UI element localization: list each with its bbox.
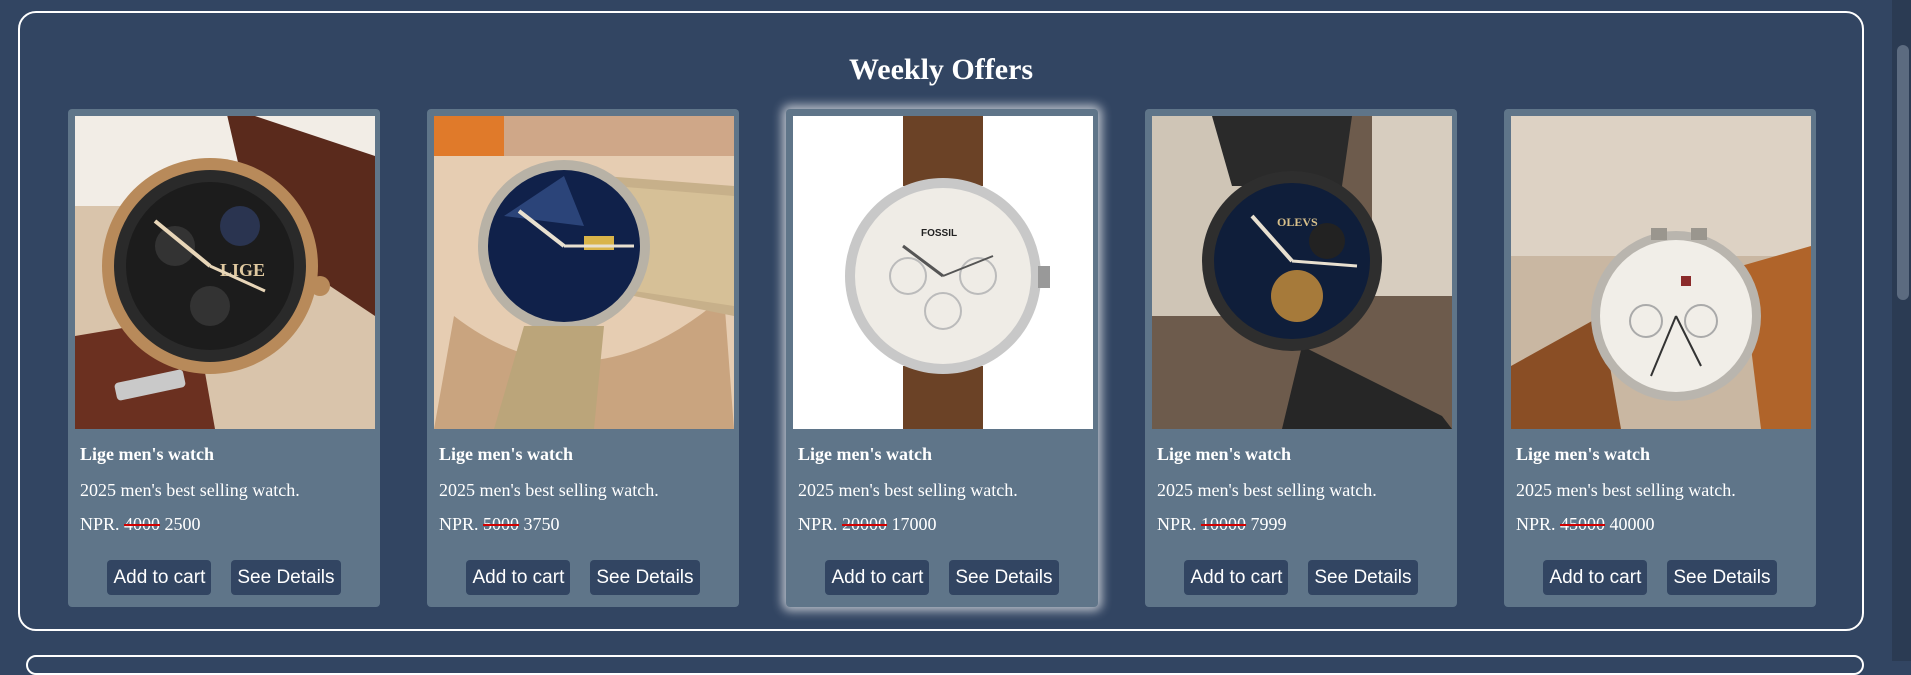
- new-price: 40000: [1609, 514, 1655, 534]
- section-title: Weekly Offers: [848, 53, 1034, 86]
- old-price: 45000: [1560, 514, 1606, 534]
- product-price: NPR. 5000 3750: [439, 514, 560, 535]
- product-price: NPR. 20000 17000: [798, 514, 937, 535]
- see-details-button[interactable]: See Details: [231, 560, 341, 595]
- page-scrollbar[interactable]: [1892, 0, 1911, 661]
- product-name: Lige men's watch: [80, 444, 214, 464]
- product-image[interactable]: OLEVS: [1152, 116, 1452, 429]
- add-to-cart-button[interactable]: Add to cart: [825, 560, 930, 595]
- svg-text:OLEVS: OLEVS: [1277, 215, 1318, 229]
- old-price: 10000: [1201, 514, 1247, 534]
- product-card: OLEVS Lige men's watch 2025 men's best s…: [1145, 109, 1457, 607]
- see-details-button[interactable]: See Details: [590, 560, 700, 595]
- product-image[interactable]: [1511, 116, 1811, 429]
- currency-label: NPR.: [1157, 514, 1197, 534]
- product-card: Lige men's watch 2025 men's best selling…: [1504, 109, 1816, 607]
- scrollbar-thumb[interactable]: [1897, 45, 1909, 300]
- product-name: Lige men's watch: [1157, 444, 1291, 464]
- next-section-border: [26, 655, 1864, 675]
- add-to-cart-button[interactable]: Add to cart: [107, 560, 212, 595]
- see-details-button[interactable]: See Details: [949, 560, 1059, 595]
- see-details-button[interactable]: See Details: [1308, 560, 1418, 595]
- currency-label: NPR.: [798, 514, 838, 534]
- old-price: 4000: [124, 514, 161, 534]
- new-price: 7999: [1250, 514, 1287, 534]
- product-name: Lige men's watch: [1516, 444, 1650, 464]
- add-to-cart-button[interactable]: Add to cart: [1543, 560, 1648, 595]
- svg-text:FOSSIL: FOSSIL: [921, 228, 957, 239]
- card-actions: Add to cart See Details: [786, 560, 1098, 595]
- add-to-cart-button[interactable]: Add to cart: [466, 560, 571, 595]
- card-actions: Add to cart See Details: [68, 560, 380, 595]
- new-price: 3750: [523, 514, 560, 534]
- product-description: 2025 men's best selling watch.: [1157, 480, 1377, 500]
- product-image[interactable]: LIGE: [75, 116, 375, 429]
- card-actions: Add to cart See Details: [1504, 560, 1816, 595]
- new-price: 2500: [164, 514, 201, 534]
- product-card: Lige men's watch 2025 men's best selling…: [427, 109, 739, 607]
- product-price: NPR. 45000 40000: [1516, 514, 1655, 535]
- card-actions: Add to cart See Details: [427, 560, 739, 595]
- currency-label: NPR.: [1516, 514, 1556, 534]
- product-description: 2025 men's best selling watch.: [1516, 480, 1736, 500]
- product-description: 2025 men's best selling watch.: [798, 480, 1018, 500]
- see-details-button[interactable]: See Details: [1667, 560, 1777, 595]
- old-price: 5000: [483, 514, 520, 534]
- add-to-cart-button[interactable]: Add to cart: [1184, 560, 1289, 595]
- product-image[interactable]: [434, 116, 734, 429]
- product-card: LIGE Lige men's watch 2025 men's best se…: [68, 109, 380, 607]
- svg-text:LIGE: LIGE: [220, 260, 265, 280]
- weekly-offers-section: Weekly Offers LIGE Lige men's watch 2025…: [18, 11, 1864, 631]
- product-name: Lige men's watch: [439, 444, 573, 464]
- product-description: 2025 men's best selling watch.: [439, 480, 659, 500]
- currency-label: NPR.: [439, 514, 479, 534]
- product-price: NPR. 4000 2500: [80, 514, 201, 535]
- product-description: 2025 men's best selling watch.: [80, 480, 300, 500]
- product-card: FOSSIL Lige men's watch 2025 men's best …: [786, 109, 1098, 607]
- old-price: 20000: [842, 514, 888, 534]
- product-name: Lige men's watch: [798, 444, 932, 464]
- card-actions: Add to cart See Details: [1145, 560, 1457, 595]
- new-price: 17000: [891, 514, 937, 534]
- product-image[interactable]: FOSSIL: [793, 116, 1093, 429]
- currency-label: NPR.: [80, 514, 120, 534]
- product-price: NPR. 10000 7999: [1157, 514, 1287, 535]
